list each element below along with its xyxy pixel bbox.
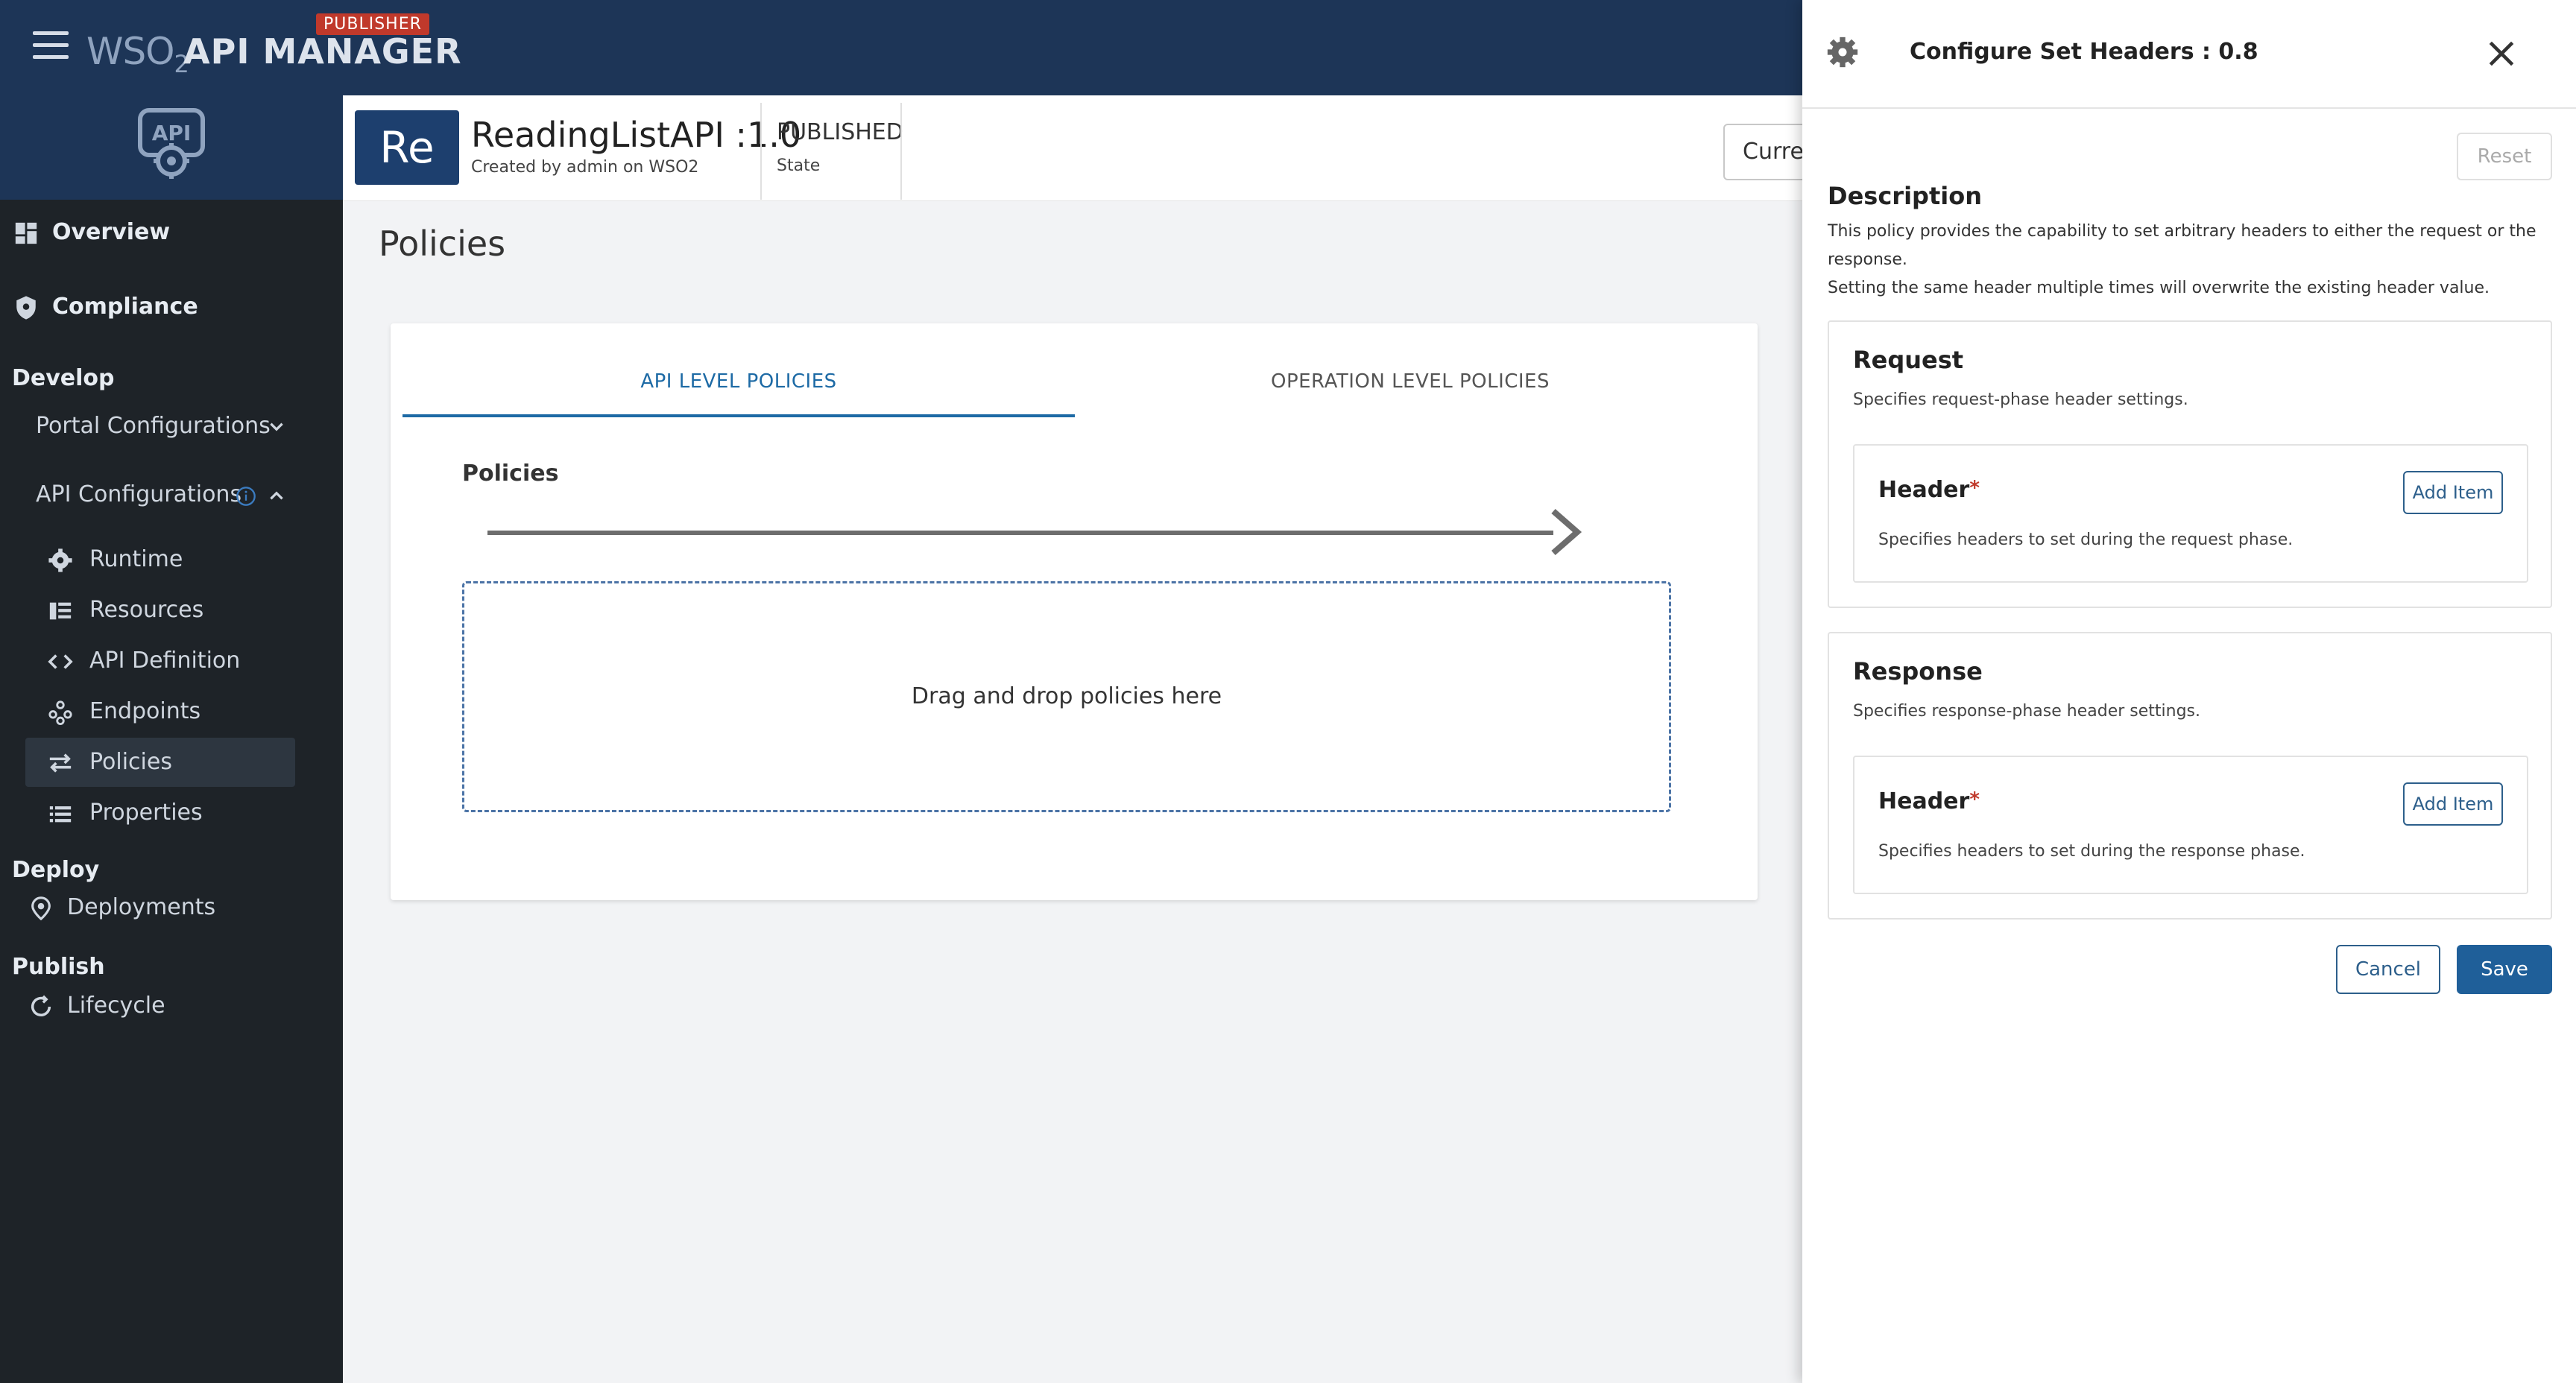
sidebar: API Overview Compliance Develop Portal C…: [0, 95, 343, 1383]
section-deploy: Deploy: [12, 857, 100, 883]
sidebar-item-overview[interactable]: Overview: [13, 219, 170, 246]
header-label-text: Header: [1878, 788, 1970, 814]
dashboard-icon: [15, 222, 37, 244]
header-label-text: Header: [1878, 477, 1970, 503]
sidebar-item-portal-configurations[interactable]: Portal Configurations: [36, 413, 297, 439]
brand-name: API MANAGER: [183, 31, 462, 72]
location-pin-icon: [31, 896, 51, 920]
sidebar-item-label: Deployments: [67, 894, 216, 920]
reset-button[interactable]: Reset: [2457, 133, 2552, 180]
list-icon: [49, 806, 72, 822]
sidebar-item-deployments[interactable]: Deployments: [28, 894, 215, 921]
swap-icon: [49, 753, 72, 773]
policy-dropzone[interactable]: Drag and drop policies here: [462, 581, 1671, 812]
sidebar-item-label: Resources: [89, 597, 204, 623]
api-avatar: Re: [355, 110, 459, 185]
sidebar-item-label: Runtime: [89, 546, 183, 572]
request-title: Request: [1853, 346, 1964, 374]
description-line: This policy provides the capability to s…: [1828, 222, 2536, 269]
request-subtitle: Specifies request-phase header settings.: [1853, 390, 2188, 409]
divider: [1802, 107, 2576, 109]
code-icon: [48, 653, 73, 669]
sidebar-item-properties[interactable]: Properties: [25, 788, 295, 838]
shield-icon: [16, 295, 36, 320]
api-gear-icon: API: [138, 108, 205, 179]
sidebar-item-label: Compliance: [52, 294, 198, 320]
sidebar-item-label: Portal Configurations: [36, 413, 271, 439]
configure-policy-drawer: Configure Set Headers : 0.8 Reset Descri…: [1802, 0, 2576, 1383]
sidebar-item-api-configurations[interactable]: API Configurations: [36, 481, 297, 507]
gear-icon: [48, 548, 72, 572]
arrow-right-icon: [1551, 508, 1582, 556]
api-name: ReadingListAPI :1.0: [471, 115, 802, 155]
request-add-item-button[interactable]: Add Item: [2403, 471, 2503, 514]
policy-card: API LEVEL POLICIES OPERATION LEVEL POLIC…: [391, 323, 1758, 900]
policy-flow-line: [487, 531, 1553, 535]
svg-text:API: API: [152, 121, 192, 145]
api-created-by: Created by admin on WSO2: [471, 158, 699, 177]
drawer-title: Configure Set Headers : 0.8: [1910, 39, 2258, 65]
sidebar-item-lifecycle[interactable]: Lifecycle: [28, 993, 165, 1019]
response-title: Response: [1853, 657, 1983, 686]
sidebar-item-label: Lifecycle: [67, 993, 165, 1019]
response-header-box: Header* Add Item Specifies headers to se…: [1853, 756, 2528, 894]
required-mark: *: [1969, 788, 1980, 811]
sidebar-item-api-definition[interactable]: API Definition: [25, 636, 295, 686]
response-subtitle: Specifies response-phase header settings…: [1853, 702, 2200, 721]
save-button[interactable]: Save: [2457, 945, 2552, 994]
sidebar-item-label: Properties: [89, 800, 203, 826]
description-title: Description: [1828, 182, 1982, 210]
brand-wso: WSO: [86, 30, 175, 73]
resources-icon: [49, 602, 72, 619]
sidebar-item-resources[interactable]: Resources: [25, 586, 295, 635]
divider: [900, 103, 902, 200]
api-state: PUBLISHED: [777, 119, 903, 145]
page-title: Policies: [379, 224, 506, 264]
request-section: Request Specifies request-phase header s…: [1828, 320, 2552, 608]
chevron-down-icon: [270, 423, 283, 431]
cancel-button[interactable]: Cancel: [2336, 945, 2440, 994]
section-publish: Publish: [12, 954, 105, 980]
sidebar-item-compliance[interactable]: Compliance: [13, 294, 198, 320]
section-develop: Develop: [12, 365, 115, 391]
tab-operation-level-policies[interactable]: OPERATION LEVEL POLICIES: [1075, 346, 1746, 417]
sidebar-api-logo: API: [0, 95, 343, 200]
chevron-up-icon: [270, 491, 283, 500]
divider: [760, 103, 762, 200]
gear-icon: [1827, 37, 1858, 68]
sidebar-item-endpoints[interactable]: Endpoints: [25, 687, 295, 736]
endpoints-icon: [48, 700, 72, 725]
response-header-label: Header*: [1878, 788, 1980, 814]
request-header-label: Header*: [1878, 477, 1980, 503]
description-text: This policy provides the capability to s…: [1828, 218, 2558, 303]
info-icon[interactable]: [236, 486, 256, 507]
sidebar-item-label: Policies: [89, 749, 172, 775]
sidebar-item-label: API Configurations: [36, 481, 242, 507]
request-header-box: Header* Add Item Specifies headers to se…: [1853, 444, 2528, 583]
description-line: Setting the same header multiple times w…: [1828, 279, 2490, 297]
refresh-icon: [31, 995, 51, 1016]
sidebar-item-policies[interactable]: Policies: [25, 738, 295, 787]
sidebar-item-runtime[interactable]: Runtime: [25, 535, 295, 584]
sidebar-item-label: API Definition: [89, 648, 241, 674]
close-icon[interactable]: [2485, 37, 2518, 70]
response-header-subtitle: Specifies headers to set during the resp…: [1878, 842, 2305, 861]
policies-flow-label: Policies: [462, 461, 559, 487]
menu-icon[interactable]: [33, 31, 69, 61]
tab-api-level-policies[interactable]: API LEVEL POLICIES: [402, 346, 1075, 417]
publisher-badge: PUBLISHER: [316, 13, 429, 35]
request-header-subtitle: Specifies headers to set during the requ…: [1878, 531, 2294, 549]
sidebar-item-label: Endpoints: [89, 698, 201, 724]
api-state-label: State: [777, 156, 821, 175]
response-add-item-button[interactable]: Add Item: [2403, 782, 2503, 826]
required-mark: *: [1969, 477, 1980, 499]
sidebar-item-label: Overview: [52, 219, 171, 245]
brand-logo: WSO2: [86, 30, 189, 78]
response-section: Response Specifies response-phase header…: [1828, 632, 2552, 920]
